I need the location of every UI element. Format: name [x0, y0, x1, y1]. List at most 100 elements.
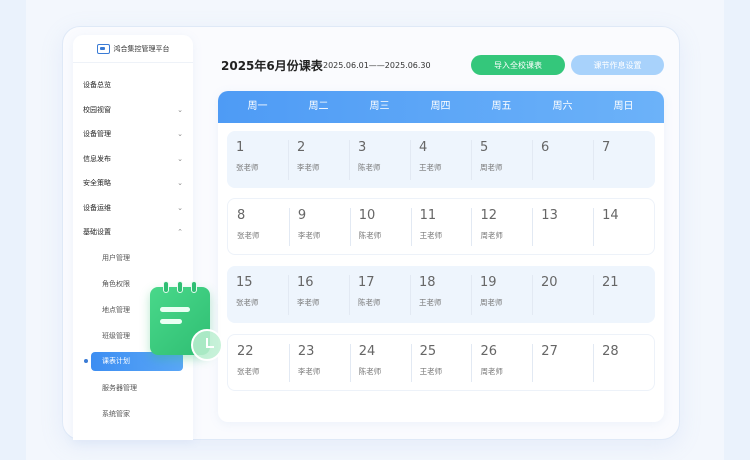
day-number: 5	[480, 140, 489, 155]
calendar-day-cell[interactable]: 17 陈老师	[349, 266, 410, 323]
calendar-day-cell[interactable]: 27	[532, 335, 593, 390]
day-teacher: 王老师	[419, 163, 442, 172]
calendar-day-cell[interactable]: 25 王老师	[410, 335, 472, 390]
sidebar-subitem-server-management[interactable]: 服务器管理	[73, 375, 193, 401]
day-number: 16	[297, 275, 314, 290]
calendar-day-cell[interactable]: 11 王老师	[410, 199, 472, 254]
day-number: 17	[358, 275, 375, 290]
day-number: 7	[602, 140, 611, 155]
day-teacher: 周老师	[480, 231, 503, 240]
calendar-clock-icon	[150, 281, 225, 365]
calendar-day-cell[interactable]: 4 王老师	[410, 131, 471, 188]
sidebar-item-label: 基础设置	[83, 228, 111, 237]
sidebar-item-campus-view[interactable]: 校园视窗 ⌄	[73, 98, 193, 123]
brand-header: 鸿合集控管理平台	[73, 35, 193, 63]
day-teacher: 周老师	[480, 298, 503, 307]
calendar-day-cell[interactable]: 23 李老师	[288, 335, 350, 390]
calendar-day-cell[interactable]: 5 周老师	[471, 131, 532, 188]
calendar-day-cell[interactable]: 20	[532, 266, 593, 323]
day-teacher: 陈老师	[358, 367, 382, 376]
calendar-day-cell[interactable]: 18 王老师	[410, 266, 471, 323]
calendar-line	[160, 307, 190, 312]
calendar-ring	[177, 281, 183, 293]
calendar-day-cell[interactable]: 12 周老师	[471, 199, 532, 254]
calendar-day-cell[interactable]: 6	[532, 131, 593, 188]
sidebar-subitem-label: 用户管理	[102, 253, 130, 262]
import-schedule-button[interactable]: 导入全校课表	[471, 55, 565, 75]
chevron-down-icon: ⌄	[177, 154, 183, 163]
calendar-day-cell[interactable]: 26 周老师	[471, 335, 532, 390]
sidebar-item-label: 信息发布	[83, 154, 111, 163]
day-number: 4	[419, 140, 428, 155]
calendar-day-cell[interactable]: 14	[593, 199, 654, 254]
sidebar-subitem-label: 班级管理	[102, 331, 130, 340]
weekday-label: 周四	[430, 101, 451, 112]
sidebar-nav: 设备总览 校园视窗 ⌄ 设备管理 ⌄ 信息发布 ⌄ 安全策略 ⌄ 设备运维 ⌄ …	[73, 73, 193, 427]
calendar-week-row: 8 张老师 9 李老师 10 陈老师 11 王老师 12 周老师 13 14	[227, 198, 655, 255]
calendar-week-row: 22 张老师 23 李老师 24 陈老师 25 王老师 26 周老师 27 28	[227, 334, 655, 391]
sidebar-item-device-management[interactable]: 设备管理 ⌄	[73, 122, 193, 147]
clock-icon	[191, 329, 223, 361]
sidebar-subitem-user-management[interactable]: 用户管理	[73, 245, 193, 271]
sidebar-subitem-label: 服务器管理	[102, 383, 137, 392]
calendar-day-cell[interactable]: 3 陈老师	[349, 131, 410, 188]
day-number: 13	[541, 208, 558, 223]
day-number: 19	[480, 275, 497, 290]
sidebar-subitem-system-manager[interactable]: 系统管家	[73, 401, 193, 427]
day-number: 6	[541, 140, 550, 155]
calendar-day-cell[interactable]: 19 周老师	[471, 266, 532, 323]
sidebar-item-label: 设备运维	[83, 203, 111, 212]
sidebar-item-security-policy[interactable]: 安全策略 ⌄	[73, 171, 193, 196]
calendar-day-cell[interactable]: 2 李老师	[288, 131, 349, 188]
day-teacher: 陈老师	[358, 163, 381, 172]
brand-name: 鸿合集控管理平台	[113, 44, 170, 53]
sidebar-item-label: 校园视窗	[83, 105, 111, 114]
day-teacher: 张老师	[236, 298, 259, 307]
period-settings-button[interactable]: 课节作息设置	[571, 55, 664, 75]
calendar-day-cell[interactable]: 13	[532, 199, 593, 254]
calendar-day-cell[interactable]: 10 陈老师	[349, 199, 411, 254]
day-teacher: 王老师	[419, 298, 442, 307]
sidebar-item-label: 安全策略	[83, 179, 111, 188]
day-number: 9	[297, 208, 307, 223]
chevron-down-icon: ⌄	[177, 130, 183, 139]
sidebar-item-info-publish[interactable]: 信息发布 ⌄	[73, 147, 193, 172]
sidebar-item-basic-settings[interactable]: 基础设置 ⌃	[73, 220, 193, 245]
sidebar-subitem-label: 角色权限	[102, 279, 130, 288]
day-number: 25	[419, 344, 437, 359]
weekday-label: 周二	[308, 101, 329, 112]
page-title: 2025年6月份课表	[221, 59, 323, 73]
day-teacher: 李老师	[297, 231, 321, 240]
day-number: 15	[236, 275, 253, 290]
weekday-label: 周五	[491, 101, 512, 112]
day-number: 20	[541, 275, 558, 290]
day-number: 3	[358, 140, 367, 155]
day-number: 23	[297, 344, 315, 359]
calendar-day-cell[interactable]: 21	[593, 266, 654, 323]
calendar-day-cell[interactable]: 16 李老师	[288, 266, 349, 323]
day-teacher: 周老师	[480, 367, 503, 376]
calendar-day-cell[interactable]: 28	[593, 335, 654, 390]
calendar-day-cell[interactable]: 15 张老师	[227, 266, 288, 323]
calendar-day-cell[interactable]: 7	[593, 131, 654, 188]
sidebar-subitem-label: 地点管理	[102, 305, 130, 314]
active-indicator-icon	[84, 358, 88, 363]
day-teacher: 王老师	[419, 367, 443, 376]
day-number: 14	[602, 208, 619, 223]
calendar-day-cell[interactable]: 24 陈老师	[349, 335, 411, 390]
sidebar-item-device-ops[interactable]: 设备运维 ⌄	[73, 196, 193, 221]
calendar-day-cell[interactable]: 22 张老师	[228, 335, 289, 390]
day-number: 2	[297, 140, 306, 155]
day-teacher: 陈老师	[358, 298, 381, 307]
day-number: 22	[237, 344, 254, 359]
calendar-ring	[163, 281, 169, 293]
calendar-day-cell[interactable]: 9 李老师	[288, 199, 350, 254]
day-teacher: 陈老师	[358, 231, 382, 240]
day-number: 12	[480, 208, 497, 223]
calendar-day-cell[interactable]: 1 张老师	[227, 131, 288, 188]
day-teacher: 李老师	[297, 367, 321, 376]
weekday-label: 周六	[552, 101, 573, 112]
day-number: 21	[602, 275, 619, 290]
calendar-day-cell[interactable]: 8 张老师	[228, 199, 289, 254]
sidebar-item-device-overview[interactable]: 设备总览	[73, 73, 193, 98]
